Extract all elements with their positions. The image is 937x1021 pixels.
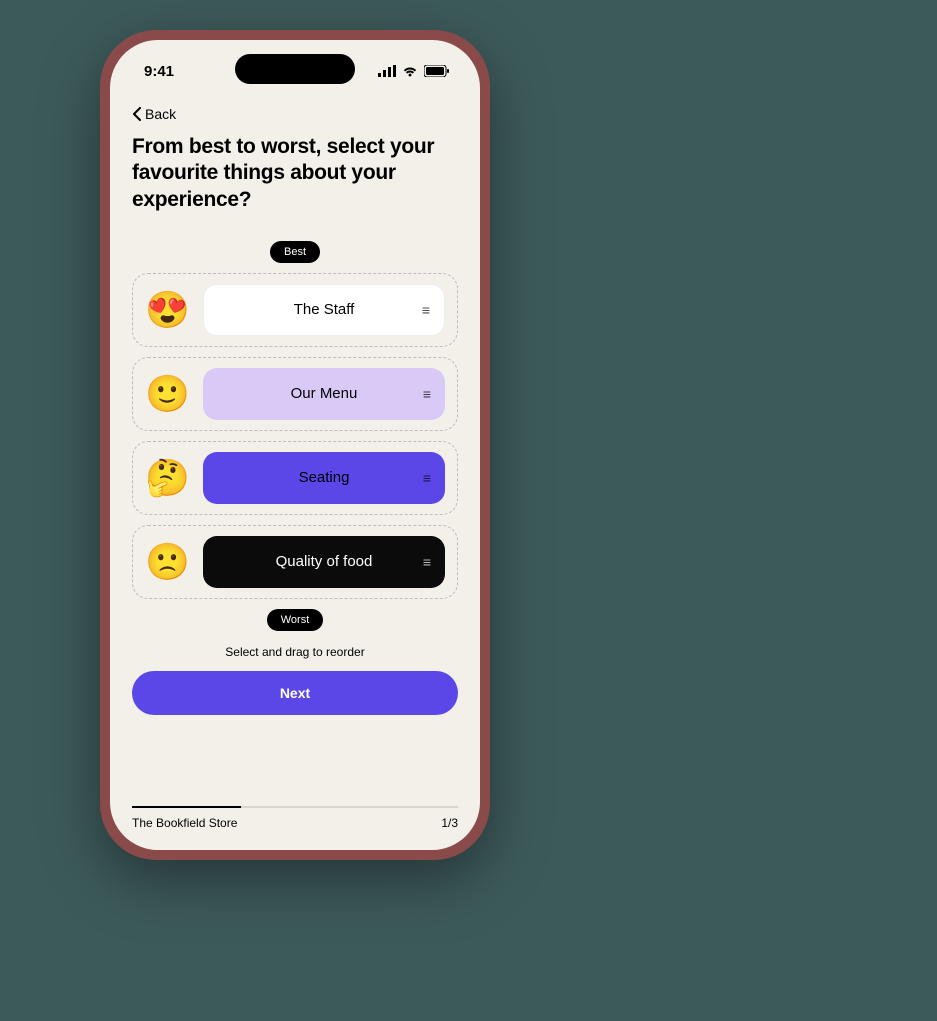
chip-label: Seating bbox=[299, 469, 350, 486]
smile-emoji-icon: 🙂 bbox=[145, 376, 189, 412]
store-name: The Bookfield Store bbox=[132, 816, 237, 830]
back-button[interactable]: Back bbox=[132, 100, 176, 134]
chevron-left-icon bbox=[132, 107, 141, 121]
rank-chip[interactable]: Quality of food ≡ bbox=[203, 536, 445, 588]
rank-chip[interactable]: The Staff ≡ bbox=[203, 284, 445, 336]
rank-chip[interactable]: Seating ≡ bbox=[203, 452, 445, 504]
next-button[interactable]: Next bbox=[132, 671, 458, 715]
thinking-emoji-icon: 🤔 bbox=[145, 460, 189, 496]
progress-fill bbox=[132, 806, 241, 808]
rank-slot[interactable]: 🙂 Our Menu ≡ bbox=[132, 357, 458, 431]
worst-label: Worst bbox=[267, 609, 324, 631]
drag-handle-icon[interactable]: ≡ bbox=[423, 386, 431, 402]
rank-slot[interactable]: 🙁 Quality of food ≡ bbox=[132, 525, 458, 599]
chip-label: Our Menu bbox=[291, 385, 358, 402]
drag-handle-icon[interactable]: ≡ bbox=[423, 470, 431, 486]
page-indicator: 1/3 bbox=[441, 816, 458, 830]
cellular-icon bbox=[378, 65, 396, 77]
back-label: Back bbox=[145, 106, 176, 122]
phone-screen: 9:41 Bac bbox=[110, 40, 480, 850]
frown-emoji-icon: 🙁 bbox=[145, 544, 189, 580]
drag-handle-icon[interactable]: ≡ bbox=[423, 554, 431, 570]
rank-chip[interactable]: Our Menu ≡ bbox=[203, 368, 445, 420]
heart-eyes-emoji-icon: 😍 bbox=[145, 292, 189, 328]
status-icons bbox=[378, 65, 450, 77]
dynamic-island bbox=[235, 54, 355, 84]
progress-bar bbox=[132, 806, 458, 808]
drag-hint: Select and drag to reorder bbox=[132, 645, 458, 659]
rank-slot[interactable]: 😍 The Staff ≡ bbox=[132, 273, 458, 347]
best-label: Best bbox=[270, 241, 320, 263]
chip-label: Quality of food bbox=[276, 553, 373, 570]
rank-list: 😍 The Staff ≡ 🙂 Our Menu ≡ bbox=[132, 273, 458, 599]
drag-handle-icon[interactable]: ≡ bbox=[422, 302, 430, 318]
status-time: 9:41 bbox=[144, 63, 174, 80]
phone-frame: 9:41 Bac bbox=[100, 30, 490, 860]
wifi-icon bbox=[402, 65, 418, 77]
rank-slot[interactable]: 🤔 Seating ≡ bbox=[132, 441, 458, 515]
chip-label: The Staff bbox=[294, 301, 355, 318]
survey-footer: The Bookfield Store 1/3 bbox=[110, 806, 480, 850]
survey-question: From best to worst, select your favourit… bbox=[132, 134, 458, 213]
battery-icon bbox=[424, 65, 450, 77]
